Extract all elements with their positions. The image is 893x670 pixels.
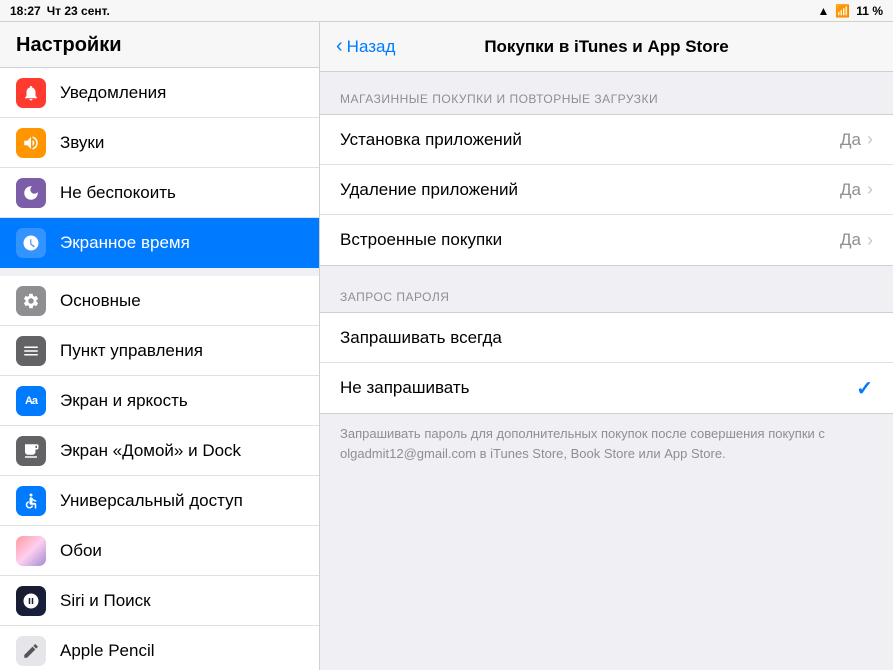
sidebar-group-1: Уведомления Звуки Не беспокоить [0,68,319,268]
dnd-icon [16,178,46,208]
display-label: Экран и яркость [60,391,188,411]
sidebar-item-home[interactable]: Экран «Домой» и Dock [0,426,319,476]
install-apps-label: Установка приложений [340,130,522,150]
sidebar: Настройки Уведомления Звуки [0,22,320,670]
applepencil-label: Apple Pencil [60,641,155,661]
in-app-label: Встроенные покупки [340,230,502,250]
display-icon: Aa [16,386,46,416]
in-app-value: Да [840,230,861,250]
delete-apps-value: Да [840,180,861,200]
notifications-label: Уведомления [60,83,166,103]
password-note: Запрашивать пароль для дополнительных по… [320,414,893,473]
section-store-header: МАГАЗИННЫЕ ПОКУПКИ И ПОВТОРНЫЕ ЗАГРУЗКИ [320,92,893,114]
back-chevron-icon: ‹ [336,35,343,58]
sidebar-item-control[interactable]: Пункт управления [0,326,319,376]
home-icon [16,436,46,466]
sidebar-item-notifications[interactable]: Уведомления [0,68,319,118]
in-app-right: Да › [840,230,873,251]
section-password-list: Запрашивать всегда Не запрашивать ✓ [320,312,893,414]
item-never-ask[interactable]: Не запрашивать ✓ [320,363,893,413]
screentime-label: Экранное время [60,233,190,253]
sidebar-item-accessibility[interactable]: Универсальный доступ [0,476,319,526]
always-ask-label: Запрашивать всегда [340,328,502,348]
sidebar-item-screentime[interactable]: Экранное время [0,218,319,268]
general-icon [16,286,46,316]
wallpaper-label: Обои [60,541,102,561]
item-install-apps[interactable]: Установка приложений Да › [320,115,893,165]
back-label[interactable]: Назад [347,37,396,57]
main-layout: Настройки Уведомления Звуки [0,22,893,670]
item-in-app[interactable]: Встроенные покупки Да › [320,215,893,265]
status-date: Чт 23 сент. [47,4,110,18]
screentime-icon [16,228,46,258]
content-area: МАГАЗИННЫЕ ПОКУПКИ И ПОВТОРНЫЕ ЗАГРУЗКИ … [320,72,893,517]
control-label: Пункт управления [60,341,203,361]
sidebar-item-wallpaper[interactable]: Обои [0,526,319,576]
battery-status: 11 % [856,4,883,18]
never-ask-checkmark: ✓ [856,376,873,401]
accessibility-icon [16,486,46,516]
sidebar-item-siri[interactable]: Siri и Поиск [0,576,319,626]
applepencil-icon [16,636,46,666]
sidebar-item-dnd[interactable]: Не беспокоить [0,168,319,218]
wifi-icon: ▲ [817,4,829,18]
home-label: Экран «Домой» и Dock [60,441,241,461]
siri-label: Siri и Поиск [60,591,151,611]
control-icon [16,336,46,366]
delete-apps-label: Удаление приложений [340,180,518,200]
delete-apps-right: Да › [840,179,873,200]
in-app-chevron: › [867,230,873,251]
general-label: Основные [60,291,141,311]
right-panel-title: Покупки в iTunes и App Store [484,37,728,57]
never-ask-label: Не запрашивать [340,378,470,398]
item-delete-apps[interactable]: Удаление приложений Да › [320,165,893,215]
install-apps-chevron: › [867,129,873,150]
status-bar: 18:27 Чт 23 сент. ▲ 📶 11 % [0,0,893,22]
section-password-request: ЗАПРОС ПАРОЛЯ Запрашивать всегда Не запр… [320,290,893,473]
siri-icon [16,586,46,616]
section-store-purchases: МАГАЗИННЫЕ ПОКУПКИ И ПОВТОРНЫЕ ЗАГРУЗКИ … [320,92,893,266]
right-header: ‹ Назад Покупки в iTunes и App Store [320,22,893,72]
sounds-label: Звуки [60,133,104,153]
status-left: 18:27 Чт 23 сент. [10,4,110,18]
sidebar-item-applepencil[interactable]: Apple Pencil [0,626,319,670]
delete-apps-chevron: › [867,179,873,200]
notifications-icon [16,78,46,108]
sidebar-list: Уведомления Звуки Не беспокоить [0,68,319,670]
right-panel: ‹ Назад Покупки в iTunes и App Store МАГ… [320,22,893,670]
sidebar-group-2: Основные Пункт управления Aa Экран и ярк… [0,268,319,670]
install-apps-value: Да [840,130,861,150]
item-always-ask[interactable]: Запрашивать всегда [320,313,893,363]
accessibility-label: Универсальный доступ [60,491,243,511]
status-time: 18:27 [10,4,41,18]
dnd-label: Не беспокоить [60,183,176,203]
sidebar-item-general[interactable]: Основные [0,276,319,326]
signal-icon: 📶 [835,4,850,18]
sounds-icon [16,128,46,158]
section-store-list: Установка приложений Да › Удаление прило… [320,114,893,266]
section-password-header: ЗАПРОС ПАРОЛЯ [320,290,893,312]
sidebar-title: Настройки [0,22,319,68]
wallpaper-icon [16,536,46,566]
install-apps-right: Да › [840,129,873,150]
back-button[interactable]: ‹ Назад [336,35,395,58]
sidebar-item-sounds[interactable]: Звуки [0,118,319,168]
status-right: ▲ 📶 11 % [817,4,883,18]
sidebar-item-display[interactable]: Aa Экран и яркость [0,376,319,426]
